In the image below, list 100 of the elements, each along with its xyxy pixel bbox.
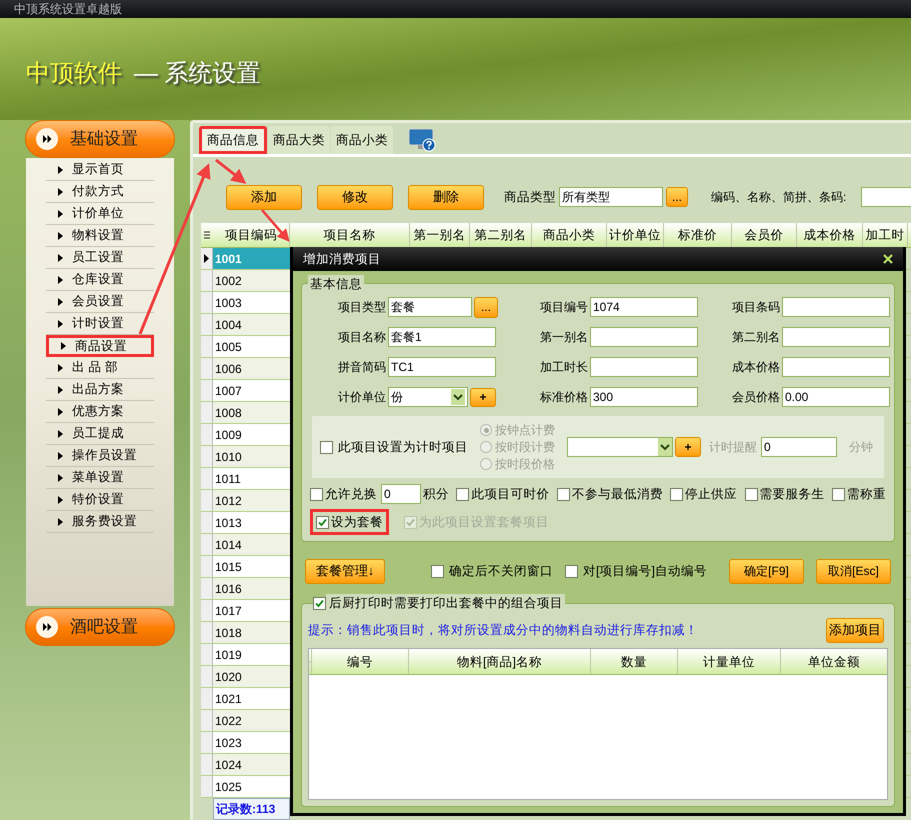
browse-button[interactable]: ...	[666, 187, 688, 207]
menu-item[interactable]: 物料设置	[46, 225, 154, 247]
triangle-icon	[58, 188, 63, 196]
window-title: 中顶系统设置卓越版	[14, 1, 122, 18]
menu-item[interactable]: 显示首页	[46, 159, 154, 181]
toolbar-button[interactable]: 修改	[317, 184, 393, 210]
table-cell: 1023	[213, 732, 290, 753]
type-field[interactable]: 所有类型	[559, 187, 663, 207]
package-menu-button[interactable]: 套餐管理↓	[305, 558, 385, 584]
menu-item[interactable]: 付款方式	[46, 181, 154, 203]
menu-item[interactable]: 员工提成	[46, 423, 154, 445]
input-field[interactable]	[782, 327, 890, 347]
checkbox-label: 允许兑换	[325, 486, 377, 503]
field-label: 项目类型	[337, 299, 386, 316]
menu-item[interactable]: 出 品 部	[46, 357, 154, 379]
menu-item[interactable]: 员工设置	[46, 247, 154, 269]
table-cell: 1013	[213, 512, 290, 533]
triangle-icon	[58, 430, 63, 438]
input-field[interactable]: 套餐	[388, 297, 472, 317]
radio-button[interactable]	[480, 441, 492, 453]
checkbox[interactable]	[316, 516, 329, 528]
checkbox[interactable]	[744, 488, 758, 500]
dialog-title: 增加消费项目	[303, 250, 381, 268]
table-cell: 1020	[213, 666, 290, 687]
checkbox[interactable]	[320, 440, 333, 454]
table-cell: 1010	[213, 446, 290, 467]
input-field[interactable]	[590, 327, 698, 347]
table-cell: 1002	[213, 270, 290, 291]
tab[interactable]: 商品小类	[331, 126, 393, 154]
section-button[interactable]: 基础设置	[25, 120, 175, 158]
monitor-help-icon	[408, 128, 436, 152]
field-label: 第一别名	[539, 329, 588, 346]
triangle-icon	[58, 210, 63, 218]
checkbox[interactable]	[313, 596, 326, 610]
menu-item[interactable]: 操作员设置	[46, 445, 154, 467]
toolbar-button[interactable]: 删除	[408, 184, 484, 210]
table-cell: 1018	[213, 622, 290, 643]
table-cell: 1005	[213, 336, 290, 357]
menu-item[interactable]: 出品方案	[46, 379, 154, 401]
input-field[interactable]: 0.00	[782, 387, 890, 407]
menu-item[interactable]: 菜单设置	[46, 467, 154, 489]
column-header: 计量单位	[677, 649, 780, 674]
brand-title: 中顶软件	[26, 59, 122, 89]
checkbox[interactable]	[670, 488, 684, 500]
checkbox-label: 需要服务生	[760, 486, 825, 503]
tab[interactable]: 商品大类	[268, 126, 330, 154]
column-header: 单位金额	[780, 649, 887, 674]
forward-icon	[36, 128, 58, 150]
row-indicator[interactable]	[201, 248, 213, 269]
table-cell: 1001	[213, 248, 290, 269]
input-field[interactable]: 0	[761, 437, 837, 457]
menu-item[interactable]: 商品设置	[46, 335, 154, 357]
dialog-button[interactable]: 取消[Esc]	[816, 558, 891, 584]
checkbox[interactable]	[431, 564, 444, 578]
table-cell: 1019	[213, 644, 290, 665]
input-field[interactable]: 300	[590, 387, 698, 407]
add-button[interactable]: +	[675, 437, 701, 457]
checkbox[interactable]	[556, 488, 570, 500]
input-field[interactable]: 套餐1	[388, 327, 496, 347]
menu-item[interactable]: 服务费设置	[46, 511, 154, 533]
browse-button[interactable]: ...	[474, 296, 498, 318]
table-cell: 1006	[213, 358, 290, 379]
section-button[interactable]: 酒吧设置	[25, 608, 175, 646]
radio-button[interactable]	[480, 424, 492, 436]
field-label: 项目条码	[731, 299, 780, 316]
table-cell: 1008	[213, 402, 290, 423]
input-field[interactable]	[782, 357, 890, 377]
checkbox[interactable]	[310, 488, 323, 500]
input-field[interactable]: 0	[381, 484, 421, 504]
checkbox[interactable]	[565, 564, 578, 578]
checkbox[interactable]	[456, 488, 470, 500]
menu-item[interactable]: 计价单位	[46, 203, 154, 225]
input-field[interactable]: 1074	[590, 297, 698, 317]
field-label: 计时提醒	[709, 439, 757, 456]
dropdown[interactable]: 份	[388, 387, 468, 407]
input-field[interactable]	[782, 297, 890, 317]
column-header: 数量	[590, 649, 677, 674]
chevron-down-icon	[451, 389, 465, 405]
dialog-button[interactable]: 确定[F9]	[729, 558, 804, 584]
menu-item[interactable]: 会员设置	[46, 291, 154, 313]
dropdown[interactable]	[567, 437, 673, 457]
add-button[interactable]: +	[470, 388, 496, 406]
menu-item[interactable]: 优惠方案	[46, 401, 154, 423]
menu-item[interactable]: 计时设置	[46, 313, 154, 335]
search-label: 编码、名称、简拼、条码:	[711, 189, 846, 206]
radio-button[interactable]	[480, 458, 492, 470]
field-label: 会员价格	[731, 389, 780, 406]
menu-item[interactable]: 仓库设置	[46, 269, 154, 291]
input-field[interactable]	[590, 357, 698, 377]
checkbox[interactable]	[832, 488, 845, 500]
table-cell: 1012	[213, 490, 290, 511]
toolbar-button[interactable]: 添加	[226, 184, 302, 210]
input-field[interactable]: TC1	[388, 357, 496, 377]
tab[interactable]: 商品信息	[199, 126, 267, 154]
menu-item[interactable]: 特价设置	[46, 489, 154, 511]
triangle-icon	[58, 474, 63, 482]
table-cell: 1021	[213, 688, 290, 709]
add-item-button[interactable]: 添加项目	[826, 618, 884, 642]
close-icon[interactable]	[883, 254, 893, 264]
triangle-icon	[58, 166, 63, 174]
